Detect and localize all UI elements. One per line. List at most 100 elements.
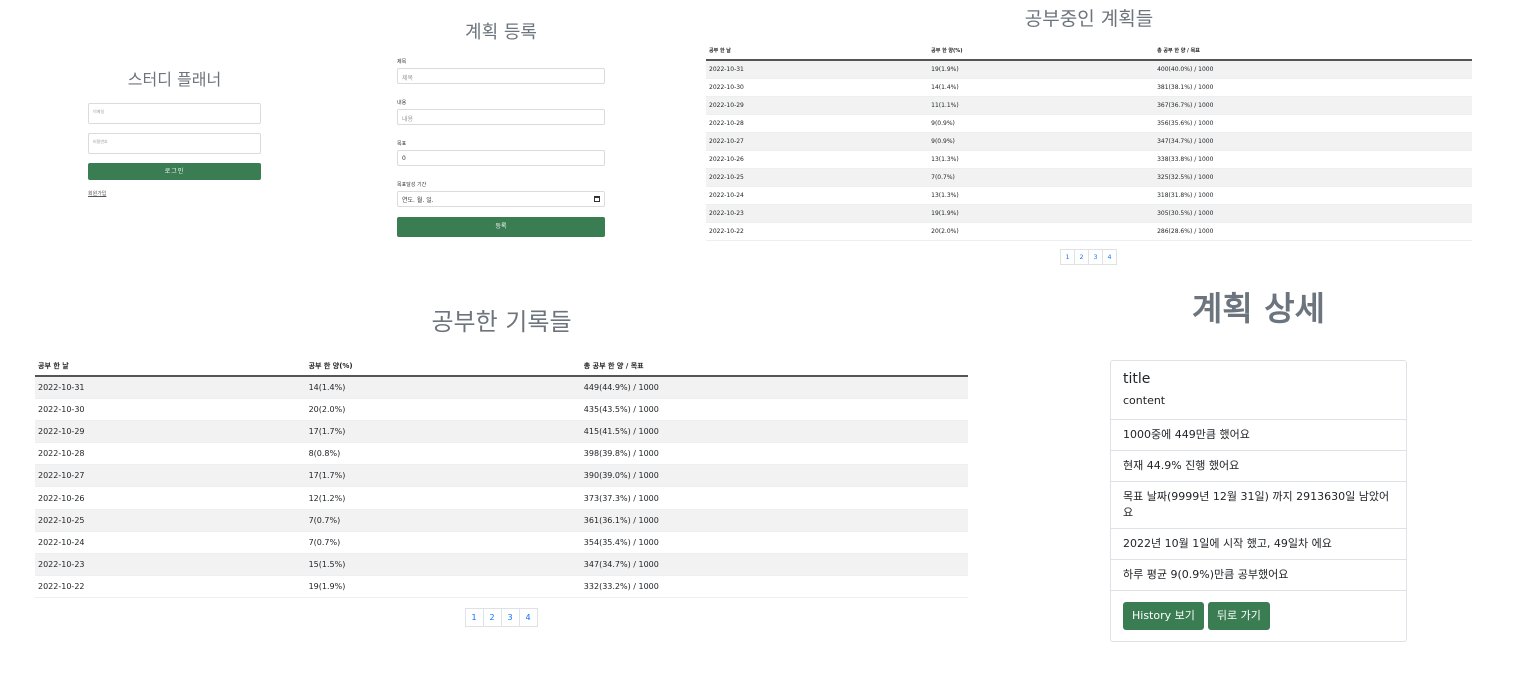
table-row: 2022-10-31 14(1.4%) 449(44.9%) / 1000: [35, 376, 968, 399]
cell-date: 2022-10-30: [35, 398, 306, 421]
cell-amount: 7(0.7%): [928, 168, 1155, 187]
cell-date: 2022-10-26: [35, 486, 306, 510]
cell-date: 2022-10-28: [35, 442, 306, 466]
cell-total: 347(34.7%) / 1000: [580, 553, 968, 577]
goal-input[interactable]: 0: [397, 150, 605, 166]
table-row: 2022-10-25 7(0.7%) 361(36.1%) / 1000: [35, 509, 968, 532]
signup-link[interactable]: 회원가입: [88, 190, 106, 197]
cell-total: 286(28.6%) / 1000: [1154, 222, 1472, 241]
cell-total: 325(32.5%) / 1000: [1154, 168, 1472, 187]
cell-date: 2022-10-26: [706, 150, 929, 169]
cell-date: 2022-10-23: [706, 204, 929, 223]
days-left: 목표 날짜(9999년 12월 31일) 까지 2913630일 남았어요: [1111, 482, 1406, 529]
title-label: 제목: [397, 59, 407, 65]
plan-title: title: [1123, 371, 1151, 387]
page-link-3[interactable]: 3: [500, 608, 520, 628]
cell-date: 2022-10-24: [35, 531, 306, 555]
cell-total: 347(34.7%) / 1000: [1154, 132, 1472, 151]
table-row: 2022-10-23 19(1.9%) 305(30.5%) / 1000: [706, 204, 1472, 223]
cell-amount: 7(0.7%): [305, 509, 581, 532]
cell-amount: 13(1.3%): [928, 150, 1155, 169]
plan-detail-panel: 계획 상세 title content 1000중에 449만큼 했어요 현재 …: [1110, 282, 1407, 642]
table-row: 2022-10-23 15(1.5%) 347(34.7%) / 1000: [35, 553, 968, 577]
cell-total: 373(37.3%) / 1000: [580, 486, 968, 510]
table-row: 2022-10-25 7(0.7%) 325(32.5%) / 1000: [706, 168, 1472, 187]
column-header-total: 총 공부 한 양 / 목표: [1154, 42, 1472, 61]
plan-content: content: [1123, 394, 1166, 407]
page-link-2[interactable]: 2: [1074, 248, 1089, 265]
email-input[interactable]: 이메일: [88, 103, 261, 124]
cell-amount: 12(1.2%): [305, 486, 581, 510]
cell-date: 2022-10-31: [35, 376, 306, 399]
table-row: 2022-10-24 13(1.3%) 318(31.8%) / 1000: [706, 186, 1472, 205]
table-row: 2022-10-26 12(1.2%) 373(37.3%) / 1000: [35, 486, 968, 510]
cell-amount: 19(1.9%): [928, 204, 1155, 223]
inprogress-table: 공부 한 날 공부 한 양(%) 총 공부 한 양 / 목표 2022-10-3…: [706, 42, 1472, 241]
goal-label: 목표: [397, 141, 407, 147]
table-row: 2022-10-28 8(0.8%) 398(39.8%) / 1000: [35, 442, 968, 466]
cell-total: 390(39.0%) / 1000: [580, 464, 968, 488]
table-row: 2022-10-22 19(1.9%) 332(33.2%) / 1000: [35, 575, 968, 599]
page-link-1[interactable]: 1: [464, 608, 484, 628]
table-row: 2022-10-30 14(1.4%) 381(38.1%) / 1000: [706, 78, 1472, 97]
column-header-total: 총 공부 한 양 / 목표: [580, 357, 968, 377]
column-header-amount: 공부 한 양(%): [928, 42, 1155, 61]
progress-percent: 현재 44.9% 진행 했어요: [1111, 451, 1406, 482]
records-pagination: 1234: [35, 608, 968, 628]
cell-date: 2022-10-29: [706, 96, 929, 115]
cell-date: 2022-10-30: [706, 78, 929, 97]
table-row: 2022-10-31 19(1.9%) 400(40.0%) / 1000: [706, 60, 1472, 79]
page-link-2[interactable]: 2: [482, 608, 502, 628]
records-table: 공부 한 날 공부 한 양(%) 총 공부 한 양 / 목표 2022-10-3…: [35, 357, 968, 599]
calendar-icon[interactable]: [594, 196, 600, 202]
study-records-panel: 공부한 기록들 공부 한 날 공부 한 양(%) 총 공부 한 양 / 목표 2…: [35, 302, 968, 628]
login-button[interactable]: 로그인: [88, 163, 261, 180]
history-button[interactable]: History 보기: [1123, 602, 1204, 630]
cell-amount: 14(1.4%): [305, 376, 581, 399]
cell-total: 354(35.4%) / 1000: [580, 531, 968, 555]
daily-average: 하루 평균 9(0.9%)만큼 공부했어요: [1111, 560, 1406, 591]
cell-amount: 13(1.3%): [928, 186, 1155, 205]
cell-total: 415(41.5%) / 1000: [580, 420, 968, 444]
table-row: 2022-10-28 9(0.9%) 356(35.6%) / 1000: [706, 114, 1472, 133]
cell-date: 2022-10-28: [706, 114, 929, 133]
column-header-amount: 공부 한 양(%): [305, 357, 581, 377]
table-row: 2022-10-26 13(1.3%) 338(33.8%) / 1000: [706, 150, 1472, 169]
page-link-4[interactable]: 4: [518, 608, 538, 628]
title-input[interactable]: 제목: [397, 68, 605, 84]
login-panel: 스터디 플래너 이메일 비밀번호 로그인 회원가입: [88, 66, 261, 199]
cell-total: 318(31.8%) / 1000: [1154, 186, 1472, 205]
inprogress-pagination: 1234: [706, 248, 1472, 265]
cell-total: 332(33.2%) / 1000: [580, 575, 968, 599]
column-header-date: 공부 한 날: [706, 42, 929, 61]
cell-amount: 20(2.0%): [928, 222, 1155, 241]
content-input[interactable]: 내용: [397, 109, 605, 125]
cell-total: 400(40.0%) / 1000: [1154, 60, 1472, 79]
cell-date: 2022-10-27: [35, 464, 306, 488]
table-row: 2022-10-24 7(0.7%) 354(35.4%) / 1000: [35, 531, 968, 555]
cell-total: 381(38.1%) / 1000: [1154, 78, 1472, 97]
cell-amount: 17(1.7%): [305, 420, 581, 444]
table-row: 2022-10-27 9(0.9%) 347(34.7%) / 1000: [706, 132, 1472, 151]
cell-date: 2022-10-31: [706, 60, 929, 79]
page-link-3[interactable]: 3: [1088, 248, 1103, 265]
cell-total: 398(39.8%) / 1000: [580, 442, 968, 466]
register-submit-button[interactable]: 등록: [397, 217, 605, 237]
password-input[interactable]: 비밀번호: [88, 133, 261, 154]
period-date-placeholder: 연도. 월. 일.: [402, 196, 434, 204]
content-label: 내용: [397, 100, 407, 106]
table-row: 2022-10-27 17(1.7%) 390(39.0%) / 1000: [35, 464, 968, 488]
page-link-4[interactable]: 4: [1102, 248, 1117, 265]
back-button[interactable]: 뒤로 가기: [1207, 602, 1270, 630]
page-link-1[interactable]: 1: [1060, 248, 1075, 265]
cell-amount: 11(1.1%): [928, 96, 1155, 115]
cell-date: 2022-10-27: [706, 132, 929, 151]
cell-total: 338(33.8%) / 1000: [1154, 150, 1472, 169]
cell-amount: 9(0.9%): [928, 114, 1155, 133]
period-date-input[interactable]: 연도. 월. 일.: [397, 191, 605, 207]
detail-title: 계획 상세: [1192, 289, 1325, 328]
cell-date: 2022-10-24: [706, 186, 929, 205]
inprogress-title: 공부중인 계획들: [1024, 8, 1154, 30]
cell-total: 356(35.6%) / 1000: [1154, 114, 1472, 133]
cell-total: 361(36.1%) / 1000: [580, 509, 968, 532]
